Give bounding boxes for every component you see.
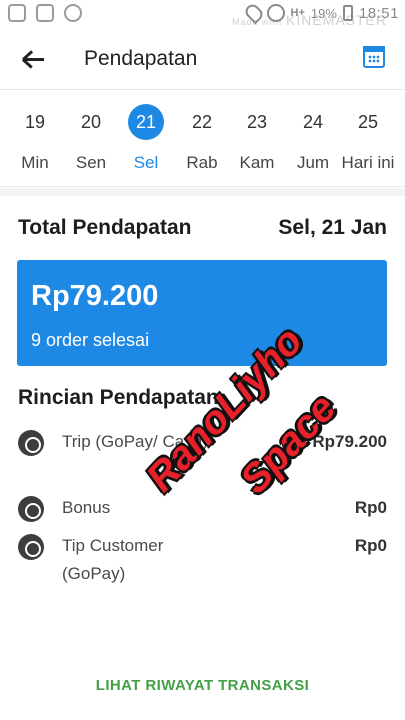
page-title: Pendapatan xyxy=(84,47,198,70)
date-weekday: Hari ini xyxy=(341,153,395,172)
breakdown-item-bonus: Bonus Rp0 xyxy=(18,494,387,524)
trip-money-icon xyxy=(18,430,44,456)
battery-percent: 19% xyxy=(310,5,337,21)
date-item-19[interactable]: 19 Min xyxy=(7,104,63,173)
alarm-icon xyxy=(266,4,285,22)
date-selector: 19 Min 20 Sen 21 Sel 22 Rab 23 Kam 24 Ju… xyxy=(0,90,405,187)
location-icon xyxy=(242,1,265,25)
whatsapp-icon xyxy=(64,4,82,22)
date-number: 24 xyxy=(302,112,324,132)
battery-icon xyxy=(342,5,353,21)
orders-completed: 9 order selesai xyxy=(31,330,150,350)
date-number: 19 xyxy=(24,112,46,132)
date-item-24[interactable]: 24 Jum xyxy=(285,104,341,173)
date-item-22[interactable]: 22 Rab xyxy=(174,104,230,173)
breakdown-item-amount: Rp0 xyxy=(354,536,387,555)
image-icon xyxy=(36,4,54,22)
breakdown-item-label: Bonus xyxy=(62,498,111,517)
network-type: H+ xyxy=(290,7,305,19)
date-number: 20 xyxy=(80,112,102,132)
transaction-history-link[interactable]: LIHAT RIWAYAT TRANSAKSI xyxy=(0,677,405,694)
date-number: 25 xyxy=(357,112,379,132)
breakdown-item-amount: Rp0 xyxy=(354,498,387,517)
date-item-20[interactable]: 20 Sen xyxy=(63,104,119,173)
section-divider xyxy=(0,188,405,196)
breakdown-item-amount: Rp79.200 xyxy=(312,432,387,451)
date-number: 21 xyxy=(128,104,164,140)
back-arrow-icon[interactable] xyxy=(18,44,52,74)
breakdown-item-label: Tip Customer (GoPay) xyxy=(62,536,164,583)
total-header: Total Pendapatan Sel, 21 Jan xyxy=(18,216,387,244)
date-item-25[interactable]: 25 Hari ini xyxy=(340,104,396,173)
notification-icons xyxy=(8,4,82,22)
date-number: 22 xyxy=(191,112,213,132)
total-amount: Rp79.200 xyxy=(31,280,159,312)
breakdown-item-trip: Trip (GoPay/ Cash) Rp79.200 xyxy=(18,428,387,484)
breakdown-item-label: Trip (GoPay/ Cash) xyxy=(62,432,208,451)
clock-time: 18:51 xyxy=(358,4,399,22)
date-weekday: Rab xyxy=(186,153,218,172)
bike-icon xyxy=(8,4,26,22)
date-number: 23 xyxy=(246,112,268,132)
date-weekday: Sel xyxy=(133,153,159,172)
breakdown-item-tip: Tip Customer (GoPay) Rp0 xyxy=(18,532,387,588)
date-weekday: Min xyxy=(21,153,49,172)
date-weekday: Kam xyxy=(239,153,275,172)
calendar-icon[interactable] xyxy=(363,46,385,68)
status-bar: Made with KINEMASTER H+ 19% 18:51 xyxy=(0,0,405,28)
date-weekday: Jum xyxy=(296,153,330,172)
date-item-23[interactable]: 23 Kam xyxy=(229,104,285,173)
total-label: Total Pendapatan xyxy=(18,216,192,239)
date-weekday: Sen xyxy=(75,153,107,172)
app-bar: Pendapatan xyxy=(0,28,405,90)
tip-coins-icon xyxy=(18,534,44,560)
breakdown-title: Rincian Pendapatan xyxy=(18,386,219,409)
date-item-21-selected[interactable]: 21 Sel xyxy=(118,104,174,173)
bonus-coins-icon xyxy=(18,496,44,522)
selected-date: Sel, 21 Jan xyxy=(278,216,387,239)
earnings-summary-card: Rp79.200 9 order selesai xyxy=(17,260,387,366)
system-icons: H+ 19% 18:51 xyxy=(242,1,399,25)
